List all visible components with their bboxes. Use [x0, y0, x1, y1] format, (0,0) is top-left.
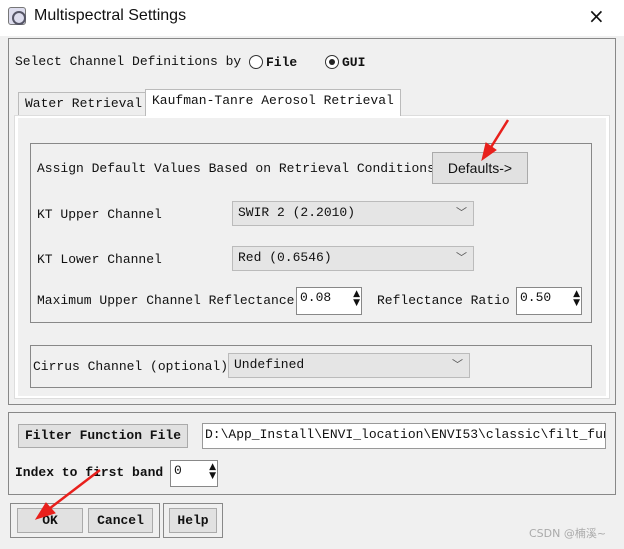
arrow-to-defaults: [481, 119, 510, 162]
arrow-to-ok: [34, 469, 101, 520]
tab-kaufman-tanre[interactable]: Kaufman-Tanre Aerosol Retrieval: [145, 89, 401, 116]
annotation-arrows: [34, 119, 510, 520]
